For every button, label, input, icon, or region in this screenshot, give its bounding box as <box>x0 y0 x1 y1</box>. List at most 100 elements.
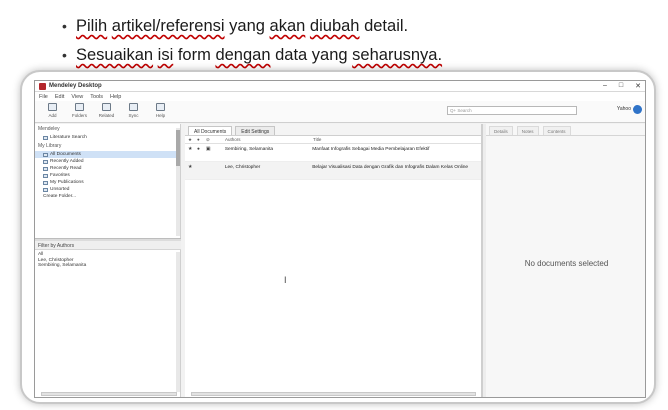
book-icon <box>43 166 48 171</box>
tab-edit-settings[interactable]: Edit Settings <box>235 126 276 135</box>
document-tabs: All Documents Edit Settings <box>185 124 481 136</box>
sync-icon <box>129 103 138 111</box>
document-list-pane: All Documents Edit Settings ★ ● ⊘ Author… <box>185 124 482 397</box>
sync-button[interactable]: Sync <box>120 103 147 118</box>
mouse-cursor-icon: I <box>284 275 287 285</box>
read-status-icon: ● <box>196 147 200 152</box>
bullet-word: data yang <box>275 46 348 64</box>
menu-edit[interactable]: Edit <box>55 94 64 100</box>
bullet-word: akan <box>269 17 306 35</box>
table-row[interactable]: ★ ● ▣ Sembiring, Selamanita Manfaat Info… <box>185 144 481 162</box>
title-bar: Mendeley Desktop – □ ✕ <box>35 81 645 92</box>
bullet-dot: • <box>62 18 67 34</box>
sidebar-item-recently-read[interactable]: Recently Read <box>35 165 180 172</box>
sidebar-item-label: Recently Added <box>50 159 84 164</box>
star-icon <box>43 173 48 178</box>
filter-scrollbar[interactable] <box>176 252 180 392</box>
bullet-word: isi <box>157 46 174 64</box>
toolbar-label: Sync <box>128 113 139 118</box>
sidebar-item-create-folder[interactable]: Create Folder... <box>35 193 180 200</box>
tab-all-documents[interactable]: All Documents <box>188 126 233 135</box>
avatar[interactable] <box>633 105 642 114</box>
bullet-word: seharusnya. <box>352 46 443 64</box>
add-button[interactable]: Add <box>39 103 66 118</box>
mendeley-logo-icon <box>39 82 46 90</box>
related-button[interactable]: Related <box>93 103 120 118</box>
list-horizontal-scrollbar[interactable] <box>191 392 476 396</box>
sidebar-item-all-documents[interactable]: All Documents <box>35 151 180 158</box>
row-authors: Sembiring, Selamanita <box>224 147 274 152</box>
details-tabs: Details Notes Contents <box>486 124 645 136</box>
folder-icon <box>75 103 84 111</box>
menu-tools[interactable]: Tools <box>90 94 103 100</box>
toolbar-label: Related <box>98 113 115 118</box>
column-authors[interactable]: Authors <box>225 137 313 142</box>
star-icon[interactable]: ★ <box>188 147 197 152</box>
instruction-bullets: • Pilih artikel/referensi yang akan diub… <box>62 12 442 70</box>
maximize-icon[interactable]: □ <box>619 82 623 90</box>
column-header: ★ ● ⊘ Authors Title <box>185 136 481 144</box>
row-authors: Lee, Christopher <box>224 165 261 170</box>
mendeley-window: Mendeley Desktop – □ ✕ File Edit View To… <box>34 80 646 398</box>
row-title: Manfaat Infografis Sebagai Media Pembela… <box>312 147 430 152</box>
toolbar-label: Folders <box>71 113 87 118</box>
sidebar-item-recently-added[interactable]: Recently Added <box>35 158 180 165</box>
filter-list: All Lee, Christopher Sembiring, Selamani… <box>35 251 175 270</box>
folders-button[interactable]: Folders <box>66 103 93 118</box>
window-title: Mendeley Desktop <box>49 83 102 89</box>
bullet-word: Sesuaikan <box>76 46 154 64</box>
sidebar-item-favorites[interactable]: Favorites <box>35 172 180 179</box>
bullet-word: diubah <box>309 17 360 35</box>
tab-details[interactable]: Details <box>489 126 513 135</box>
toolbar-label: Help <box>155 113 166 118</box>
star-icon[interactable]: ★ <box>188 137 197 143</box>
help-button[interactable]: Help <box>147 103 174 118</box>
close-icon[interactable]: ✕ <box>635 82 641 90</box>
sidebar-scrollbar-thumb[interactable] <box>176 130 180 166</box>
sidebar-item-unsorted[interactable]: Unsorted <box>35 186 180 193</box>
clock-icon <box>43 159 48 164</box>
search-icon <box>43 135 48 140</box>
sidebar: Mendeley Literature Search My Library Al… <box>35 124 181 397</box>
filter-item[interactable]: Sembiring, Selamanita <box>38 263 172 269</box>
menu-help[interactable]: Help <box>110 94 121 100</box>
sidebar-section-library: My Library <box>38 143 62 149</box>
menu-file[interactable]: File <box>39 94 48 100</box>
bullet-2: • Sesuaikan isi form dengan data yang se… <box>62 41 442 70</box>
toolbar: Add Folders Related Sync Help Q+ Search … <box>35 101 645 123</box>
sidebar-item-literature-search[interactable]: Literature Search <box>35 134 180 141</box>
sidebar-item-label: Favorites <box>50 173 70 178</box>
bullet-word: yang <box>229 17 265 35</box>
bullet-1: • Pilih artikel/referensi yang akan diub… <box>62 12 442 41</box>
toolbar-label: Add <box>48 113 57 118</box>
tab-contents[interactable]: Contents <box>542 126 571 135</box>
folder-icon <box>43 187 48 192</box>
bullet-word: form <box>177 46 211 64</box>
sidebar-item-my-publications[interactable]: My Publications <box>35 179 180 186</box>
search-input[interactable]: Q+ Search <box>447 106 577 115</box>
sidebar-item-label: Create Folder... <box>43 194 77 199</box>
sidebar-item-label: Unsorted <box>50 187 70 192</box>
tab-notes[interactable]: Notes <box>516 126 539 135</box>
documents-icon <box>43 152 48 157</box>
user-icon <box>43 180 48 185</box>
column-title[interactable]: Title <box>313 137 321 142</box>
pdf-icon: ▣ <box>205 147 211 152</box>
read-status-icon[interactable]: ● <box>197 137 206 142</box>
sidebar-item-label: Literature Search <box>50 135 87 140</box>
sidebar-horizontal-scrollbar[interactable] <box>41 392 177 396</box>
star-icon[interactable]: ★ <box>188 165 197 170</box>
sidebar-section-mendeley: Mendeley <box>38 126 60 132</box>
user-name[interactable]: Yahoo <box>617 106 631 112</box>
help-icon <box>156 103 165 111</box>
window-controls: – □ ✕ <box>603 82 641 90</box>
filter-header[interactable]: Filter by Authors <box>35 241 181 250</box>
minimize-icon[interactable]: – <box>603 82 607 90</box>
menu-view[interactable]: View <box>71 94 83 100</box>
empty-state-text: No documents selected <box>524 259 609 268</box>
attachment-icon[interactable]: ⊘ <box>206 137 215 143</box>
table-row[interactable]: ★ Lee, Christopher Belajar Visualisasi D… <box>185 162 481 180</box>
bullet-word: Pilih <box>76 17 108 35</box>
details-pane: Details Notes Contents No documents sele… <box>486 124 645 397</box>
row-title: Belajar Visualisasi Data dengan Grafik d… <box>312 165 469 170</box>
